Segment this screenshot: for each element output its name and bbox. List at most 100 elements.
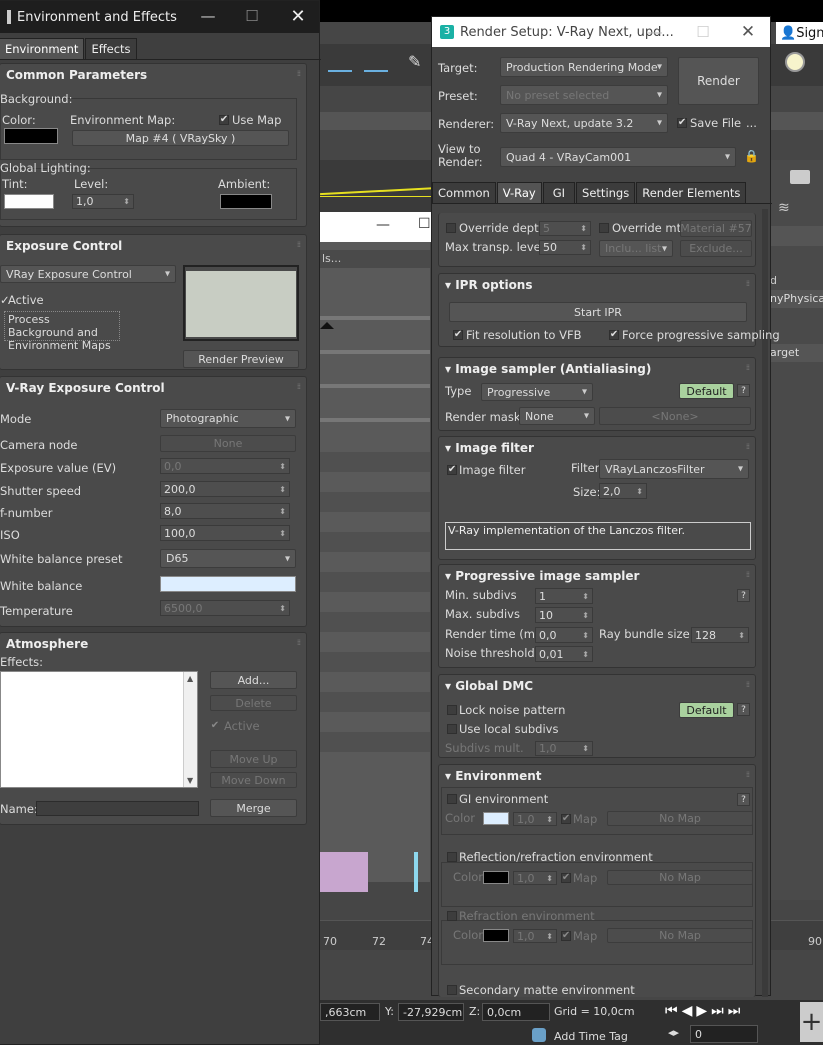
sampler-title[interactable]: ▾ Image sampler (Antialiasing) <box>439 358 755 380</box>
target-field[interactable]: arget <box>770 344 823 362</box>
tint-swatch[interactable] <box>4 194 54 209</box>
level-spinner[interactable]: 1,0 <box>72 194 134 209</box>
key-mode-icon[interactable]: ◂▸ <box>668 1026 679 1039</box>
override-mtl-checkbox[interactable] <box>599 223 609 233</box>
process-background-checkbox[interactable]: Process Background and Environment Maps <box>4 311 120 352</box>
filter-title[interactable]: ▾ Image filter <box>439 437 755 459</box>
sign-in-button[interactable]: 👤 Sign <box>776 22 823 44</box>
tab-render-elements[interactable]: Render Elements <box>636 182 747 203</box>
gi-environment-checkbox[interactable] <box>447 794 457 804</box>
min-subdivs-spinner[interactable]: 1 <box>535 588 593 604</box>
gi-multiplier-spinner[interactable]: 1,0 <box>513 812 557 826</box>
help-icon[interactable]: ? <box>737 793 750 806</box>
rollout-title[interactable]: Atmosphere <box>0 633 306 655</box>
white-balance-swatch[interactable] <box>160 576 296 592</box>
tab-common[interactable]: Common <box>432 182 496 203</box>
effects-scrollbar[interactable]: ▲ ▼ <box>183 672 197 787</box>
ipr-title[interactable]: ▾ IPR options <box>439 274 755 296</box>
target-dropdown[interactable]: Production Rendering Mode <box>500 57 668 77</box>
delete-effect-button[interactable]: Delete <box>210 695 297 711</box>
refr-map-button[interactable]: No Map <box>607 928 753 943</box>
help-icon[interactable]: ? <box>737 384 750 397</box>
environment-map-button[interactable]: Map #4 ( VRaySky ) <box>72 130 289 146</box>
noise-threshold-spinner[interactable]: 0,01 <box>535 646 593 662</box>
background-color-swatch[interactable] <box>4 128 58 144</box>
scroll-up-icon[interactable]: ▲ <box>187 674 193 683</box>
toolbar-icon[interactable] <box>364 52 388 72</box>
effects-list[interactable]: ▲ ▼ <box>0 671 198 788</box>
mode-dropdown[interactable]: Photographic <box>160 409 296 428</box>
tab-vray[interactable]: V-Ray <box>496 182 542 203</box>
refr-multiplier-spinner[interactable]: 1,0 <box>513 929 557 943</box>
secondary-matte-checkbox[interactable] <box>447 985 457 995</box>
refl-map-checkbox[interactable]: ✔ <box>561 873 571 883</box>
override-mtl-button[interactable]: Material #57 <box>680 220 752 237</box>
time-slider-marker[interactable] <box>320 322 334 329</box>
filter-type-dropdown[interactable]: VRayLanczosFilter <box>599 459 749 479</box>
grip-icon[interactable]: ⁞⁞ <box>746 570 750 579</box>
temperature-spinner[interactable]: 6500,0 <box>160 600 290 616</box>
iso-spinner[interactable]: 100,0 <box>160 525 290 541</box>
wave-icon[interactable]: ≋ <box>778 200 790 216</box>
environment-title[interactable]: ▾ Environment <box>439 765 755 787</box>
gi-map-checkbox[interactable]: ✔ <box>561 814 571 824</box>
grip-icon[interactable]: ⁞⁞ <box>297 638 301 647</box>
physical-camera-field[interactable]: nyPhysicalC <box>770 290 823 308</box>
use-map-checkbox[interactable]: ✔ <box>219 115 229 125</box>
override-depth-spinner[interactable]: 5 <box>539 221 591 236</box>
use-local-subdivs-checkbox[interactable] <box>447 724 457 734</box>
light-icon[interactable] <box>785 52 805 72</box>
grip-icon[interactable]: ⁞⁞ <box>746 363 750 372</box>
rollout-title[interactable]: Exposure Control <box>0 235 306 257</box>
grip-icon[interactable]: ⁞⁞ <box>297 69 301 78</box>
grip-icon[interactable]: ⁞⁞ <box>746 770 750 779</box>
rollout-title[interactable]: V-Ray Exposure Control <box>0 377 306 399</box>
render-preview-button[interactable]: Render Preview <box>183 350 299 368</box>
camera-node-button[interactable]: None <box>160 435 296 452</box>
merge-button[interactable]: Merge <box>210 799 297 817</box>
force-progressive-checkbox[interactable]: ✔ <box>609 330 619 340</box>
add-time-tag[interactable]: Add Time Tag <box>554 1030 628 1043</box>
frame-field[interactable]: 0 <box>690 1025 758 1043</box>
ambient-swatch[interactable] <box>220 194 272 209</box>
refl-color-swatch[interactable] <box>483 871 509 884</box>
render-mask-dropdown[interactable]: None <box>519 407 595 425</box>
plus-icon[interactable]: + <box>800 1002 823 1042</box>
renderer-dropdown[interactable]: V-Ray Next, update 3.2 <box>500 113 668 133</box>
z-coord-field[interactable]: 0,0cm <box>482 1003 550 1021</box>
max-transp-spinner[interactable]: 50 <box>539 240 591 255</box>
gi-color-swatch[interactable] <box>483 812 509 825</box>
tab-settings[interactable]: Settings <box>576 182 636 203</box>
render-button[interactable]: Render <box>678 57 759 105</box>
start-ipr-button[interactable]: Start IPR <box>449 302 747 322</box>
grip-icon[interactable]: ⁞⁞ <box>746 279 750 288</box>
time-tag-icon[interactable] <box>532 1028 546 1042</box>
toolbar-icon[interactable] <box>328 52 352 72</box>
minimize-icon[interactable]: — <box>632 17 678 47</box>
dmc-default-button[interactable]: Default <box>679 702 734 718</box>
sampler-type-dropdown[interactable]: Progressive <box>481 383 593 401</box>
refl-multiplier-spinner[interactable]: 1,0 <box>513 871 557 885</box>
include-list-dropdown[interactable]: Inclu... list <box>599 240 673 257</box>
reflection-env-checkbox[interactable] <box>447 852 457 862</box>
image-filter-checkbox[interactable]: ✔ <box>447 465 457 475</box>
rollout-title[interactable]: Common Parameters <box>0 64 306 86</box>
render-mask-object-button[interactable]: <None> <box>599 407 751 425</box>
sampler-default-button[interactable]: Default <box>679 383 734 399</box>
name-field[interactable] <box>36 801 199 816</box>
panel-icon[interactable] <box>790 170 810 184</box>
exposure-value-spinner[interactable]: 0,0 <box>160 458 290 474</box>
refraction-env-checkbox[interactable] <box>447 911 457 921</box>
gi-map-button[interactable]: No Map <box>607 811 753 826</box>
time-cursor[interactable] <box>414 852 418 892</box>
refr-color-swatch[interactable] <box>483 929 509 942</box>
render-time-spinner[interactable]: 0,0 <box>535 627 593 643</box>
grip-icon[interactable]: ⁞⁞ <box>297 240 301 249</box>
grip-icon[interactable]: ⁞⁞ <box>746 442 750 451</box>
filter-size-spinner[interactable]: 2,0 <box>599 483 647 499</box>
exposure-type-dropdown[interactable]: VRay Exposure Control <box>0 265 176 283</box>
maximize-icon[interactable]: ☐ <box>680 17 726 47</box>
maximize-icon[interactable]: ☐ <box>229 1 275 31</box>
close-icon[interactable]: ✕ <box>725 17 771 47</box>
y-coord-field[interactable]: -27,929cm <box>398 1003 464 1021</box>
